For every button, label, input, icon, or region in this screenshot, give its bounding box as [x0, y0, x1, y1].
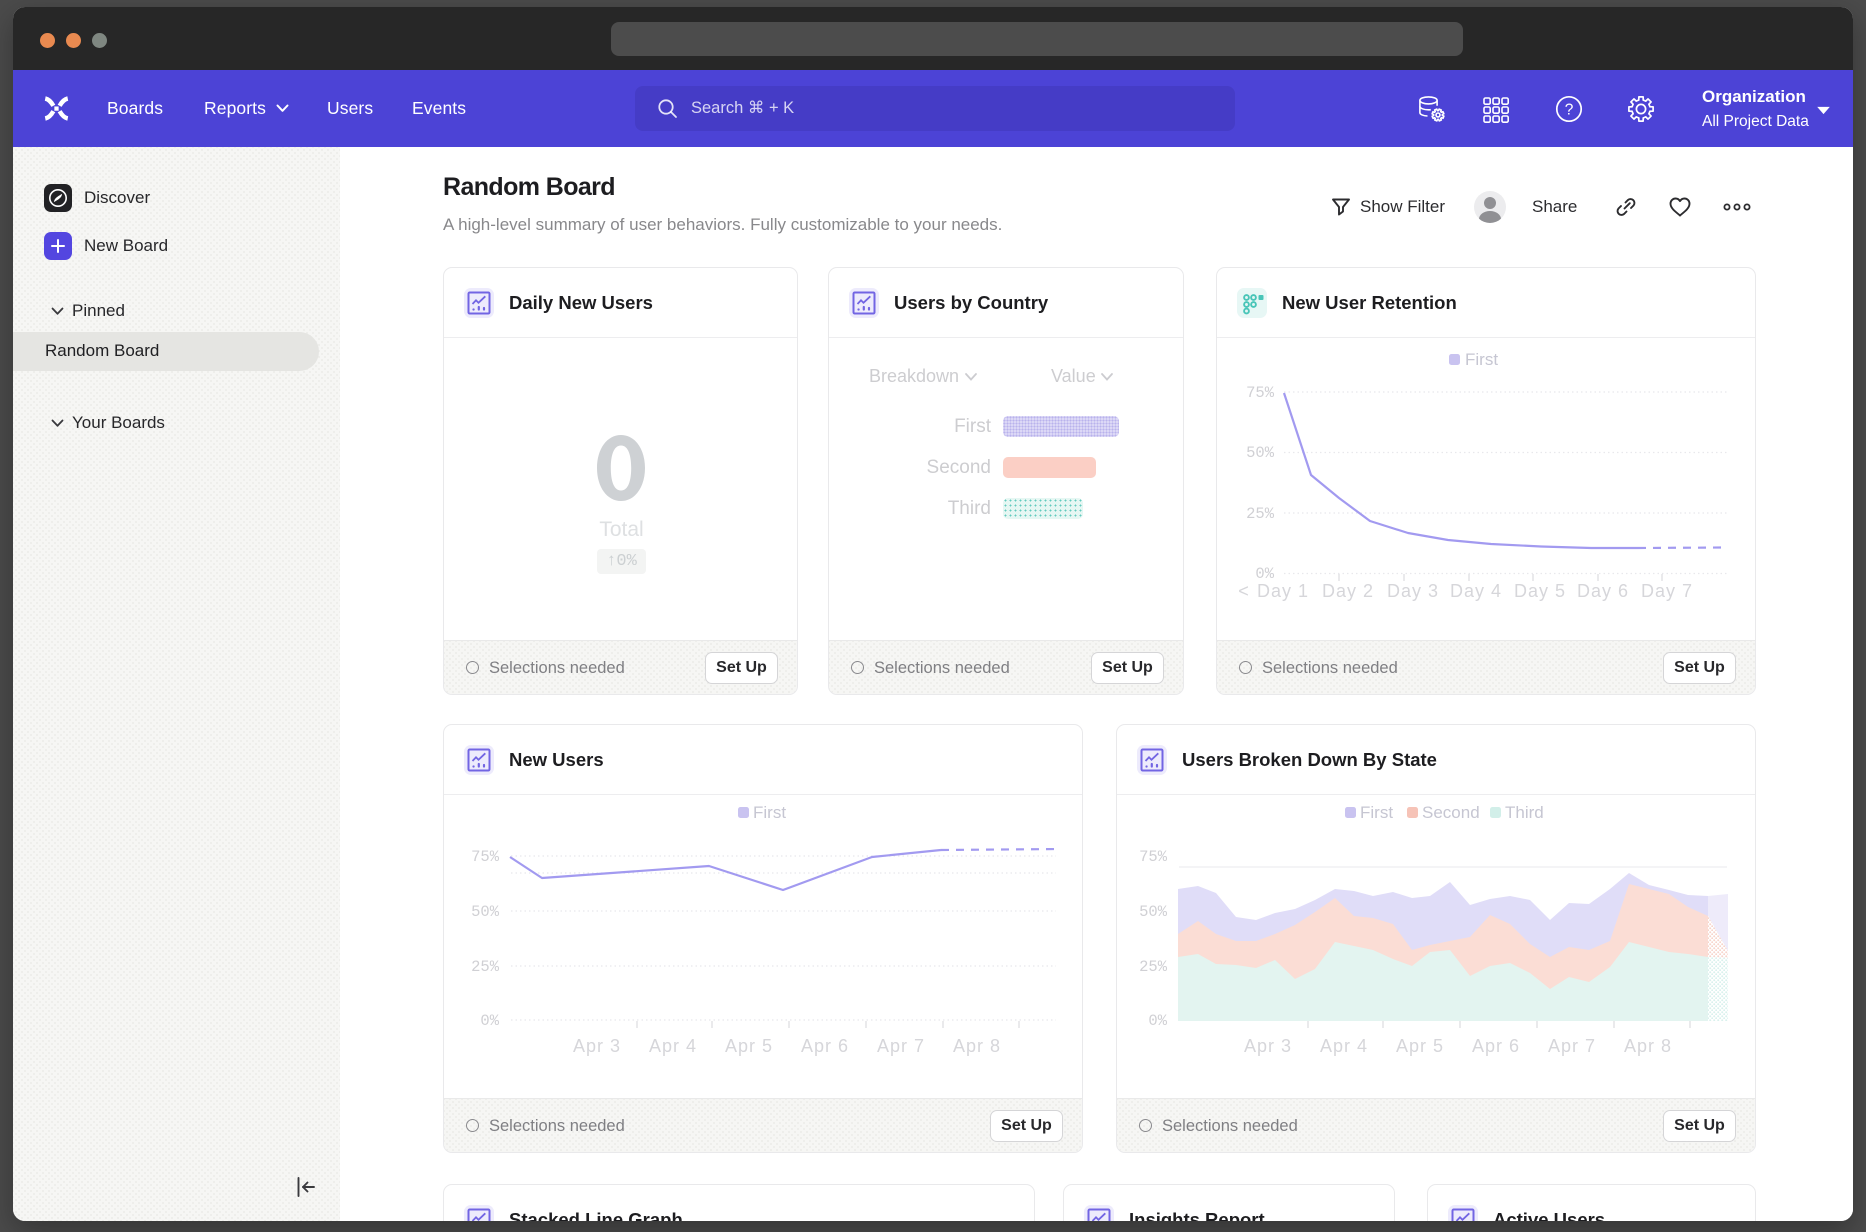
svg-text:Apr 4: Apr 4 [649, 1036, 697, 1056]
svg-text:Apr 5: Apr 5 [1396, 1036, 1444, 1056]
svg-text:Apr 6: Apr 6 [1472, 1036, 1520, 1056]
svg-text:75%: 75% [1246, 384, 1275, 402]
svg-text:0%: 0% [480, 1012, 499, 1030]
svg-text:75%: 75% [471, 848, 500, 866]
svg-text:Apr 8: Apr 8 [1624, 1036, 1672, 1056]
svg-text:Apr 3: Apr 3 [1244, 1036, 1292, 1056]
svg-text:Day 7: Day 7 [1641, 581, 1693, 601]
svg-text:25%: 25% [471, 958, 500, 976]
svg-text:Apr 4: Apr 4 [1320, 1036, 1368, 1056]
svg-text:50%: 50% [1139, 903, 1168, 921]
svg-text:25%: 25% [1246, 505, 1275, 523]
svg-text:Second: Second [1422, 803, 1480, 822]
svg-text:Apr 8: Apr 8 [953, 1036, 1001, 1056]
svg-text:Day 3: Day 3 [1387, 581, 1439, 601]
svg-text:Day 1: Day 1 [1257, 581, 1309, 601]
svg-text:50%: 50% [1246, 444, 1275, 462]
svg-text:?: ? [1565, 102, 1574, 119]
svg-text:75%: 75% [1139, 848, 1168, 866]
svg-text:First: First [753, 803, 786, 822]
svg-text:50%: 50% [471, 903, 500, 921]
svg-text:Day 6: Day 6 [1577, 581, 1629, 601]
svg-text:Day 5: Day 5 [1514, 581, 1566, 601]
svg-text:Apr 3: Apr 3 [573, 1036, 621, 1056]
svg-text:Third: Third [1505, 803, 1544, 822]
svg-text:Apr 5: Apr 5 [725, 1036, 773, 1056]
svg-text:25%: 25% [1139, 958, 1168, 976]
svg-text:Day 4: Day 4 [1450, 581, 1502, 601]
svg-text:First: First [1360, 803, 1393, 822]
svg-text:<: < [1238, 581, 1250, 601]
svg-text:Apr 6: Apr 6 [801, 1036, 849, 1056]
svg-text:0%: 0% [1148, 1012, 1167, 1030]
svg-text:First: First [1465, 350, 1498, 369]
svg-text:Apr 7: Apr 7 [1548, 1036, 1596, 1056]
svg-text:Day 2: Day 2 [1322, 581, 1374, 601]
svg-text:Apr 7: Apr 7 [877, 1036, 925, 1056]
